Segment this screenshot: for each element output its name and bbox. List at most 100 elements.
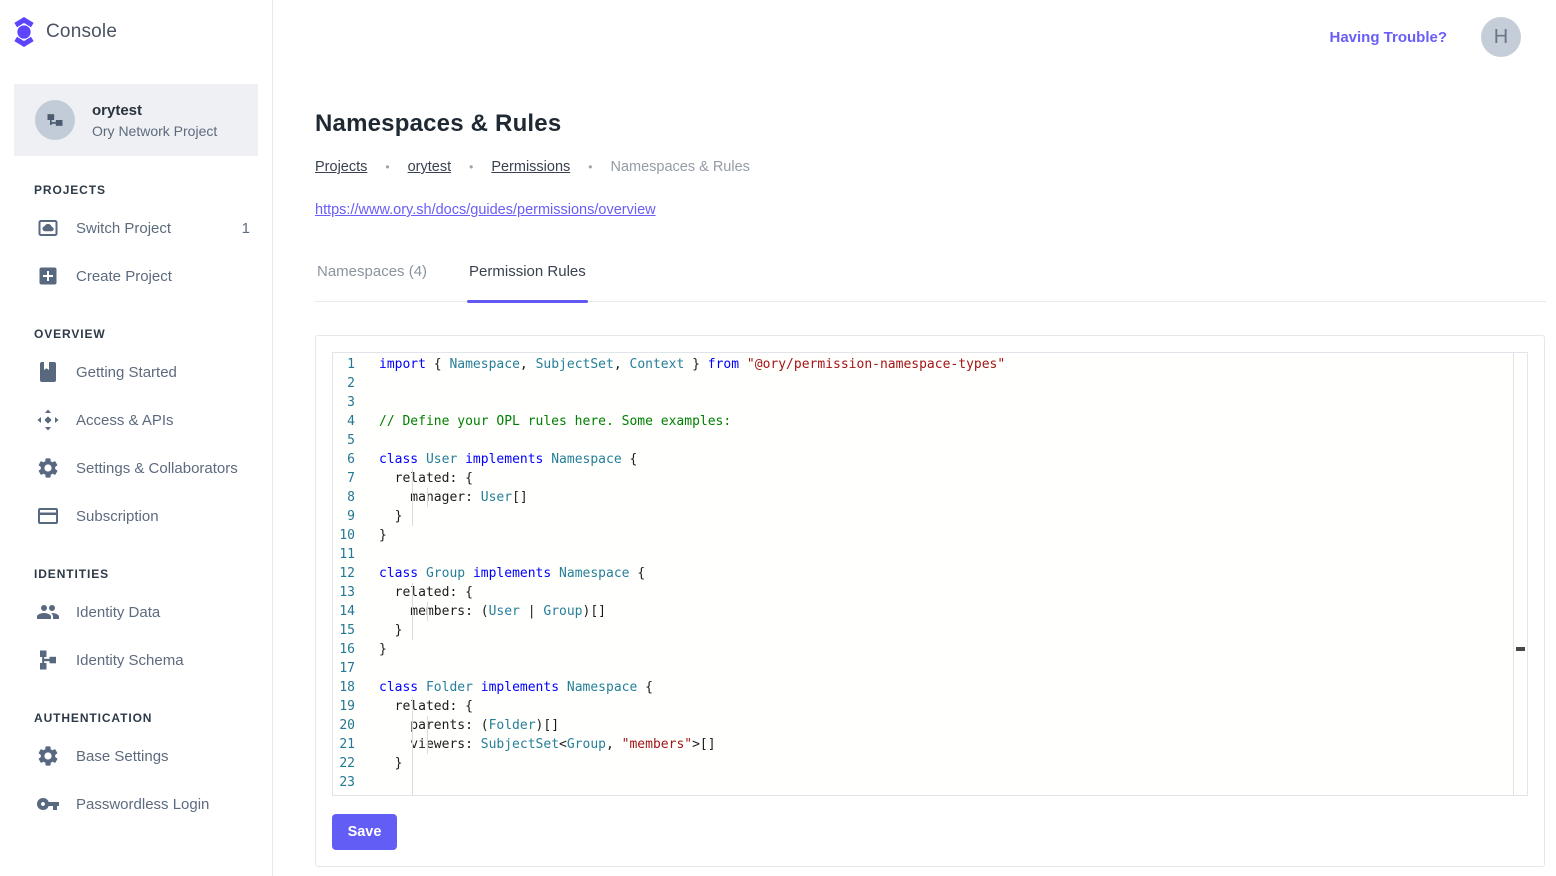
sidebar-item-settings-collaborators[interactable]: Settings & Collaborators (0, 444, 272, 492)
user-avatar[interactable]: H (1481, 17, 1521, 57)
editor-overview-ruler[interactable] (1513, 353, 1527, 795)
breadcrumb-projects[interactable]: Projects (315, 159, 367, 175)
opl-code-editor[interactable]: 1import { Namespace, SubjectSet, Context… (332, 352, 1528, 796)
identity-schema-icon (36, 648, 60, 672)
line-number: 4 (333, 412, 379, 431)
sidebar-item-label: Switch Project (76, 220, 171, 237)
docs-link[interactable]: https://www.ory.sh/docs/guides/permissio… (315, 202, 656, 218)
rules-card: 1import { Namespace, SubjectSet, Context… (315, 335, 1545, 867)
sidebar-item-getting-started[interactable]: Getting Started (0, 348, 272, 396)
indent-guide (412, 583, 413, 602)
sidebar-item-subscription[interactable]: Subscription (0, 492, 272, 540)
line-number: 6 (333, 450, 379, 469)
tabs-bar: Namespaces (4) Permission Rules (315, 263, 1546, 302)
nav-section-projects: PROJECTS (34, 183, 272, 197)
code-line: 3 (333, 393, 1527, 412)
sidebar-item-base-settings[interactable]: Base Settings (0, 732, 272, 780)
brand-logo[interactable]: Console (0, 0, 272, 62)
indent-guide (412, 488, 413, 507)
code-line: 6class User implements Namespace { (333, 450, 1527, 469)
indent-guide (427, 716, 428, 735)
line-number: 21 (333, 735, 379, 754)
code-line: 16} (333, 640, 1527, 659)
sidebar-item-label: Access & APIs (76, 412, 174, 429)
line-number: 2 (333, 374, 379, 393)
sidebar-item-label: Getting Started (76, 364, 177, 381)
breadcrumb-orytest[interactable]: orytest (408, 159, 452, 175)
main-area: Having Trouble? H Namespaces & Rules Pro… (273, 0, 1556, 876)
indent-guide (427, 488, 428, 507)
tab-namespaces-4[interactable]: Namespaces (4) (315, 263, 429, 301)
line-number: 12 (333, 564, 379, 583)
sidebar-nav: PROJECTS Switch Project1Create Project OVE… (0, 183, 272, 828)
line-number: 20 (333, 716, 379, 735)
line-number: 16 (333, 640, 379, 659)
save-button[interactable]: Save (332, 814, 397, 850)
sidebar-item-label: Identity Data (76, 604, 160, 621)
sidebar-item-identity-data[interactable]: Identity Data (0, 588, 272, 636)
line-number: 1 (333, 355, 379, 374)
sidebar-item-switch-project[interactable]: Switch Project1 (0, 204, 272, 252)
line-number: 24 (333, 792, 379, 796)
top-header: Having Trouble? H (273, 0, 1556, 74)
code-line: 5 (333, 431, 1527, 450)
code-line: 18class Folder implements Namespace { (333, 678, 1527, 697)
page-title: Namespaces & Rules (315, 110, 1546, 138)
line-number: 9 (333, 507, 379, 526)
code-line: 9 } (333, 507, 1527, 526)
line-number: 17 (333, 659, 379, 678)
nav-section-overview: OVERVIEW (34, 327, 272, 341)
indent-guide (412, 773, 413, 792)
code-line: 7 related: { (333, 469, 1527, 488)
app-root: Console orytest Ory Network Project PROJ… (0, 0, 1556, 876)
line-number: 8 (333, 488, 379, 507)
subscription-icon (36, 504, 60, 528)
sidebar-item-label: Identity Schema (76, 652, 184, 669)
breadcrumb: Projects•orytest•Permissions•Namespaces … (315, 159, 1546, 175)
breadcrumb-permissions[interactable]: Permissions (491, 159, 570, 175)
code-line: 15 } (333, 621, 1527, 640)
project-switcher-card[interactable]: orytest Ory Network Project (14, 84, 258, 156)
code-line: 20 parents: (Folder)[] (333, 716, 1527, 735)
indent-guide (427, 735, 428, 754)
create-project-icon (36, 264, 60, 288)
sidebar-item-identity-schema[interactable]: Identity Schema (0, 636, 272, 684)
sidebar-item-label: Passwordless Login (76, 796, 209, 813)
code-line: 24 permits = { (333, 792, 1527, 796)
code-line: 11 (333, 545, 1527, 564)
passwordless-login-icon (36, 792, 60, 816)
breadcrumb-namespaces-rules: Namespaces & Rules (610, 159, 749, 175)
identity-data-icon (36, 600, 60, 624)
code-line: 21 viewers: SubjectSet<Group, "members">… (333, 735, 1527, 754)
code-line: 2 (333, 374, 1527, 393)
line-number: 18 (333, 678, 379, 697)
tab-permission-rules[interactable]: Permission Rules (467, 263, 588, 301)
sidebar-item-create-project[interactable]: Create Project (0, 252, 272, 300)
code-line: 8 manager: User[] (333, 488, 1527, 507)
line-number: 7 (333, 469, 379, 488)
code-line: 23 (333, 773, 1527, 792)
code-line: 13 related: { (333, 583, 1527, 602)
getting-started-icon (36, 360, 60, 384)
code-line: 1import { Namespace, SubjectSet, Context… (333, 355, 1527, 374)
code-line: 12class Group implements Namespace { (333, 564, 1527, 583)
having-trouble-link[interactable]: Having Trouble? (1329, 29, 1447, 46)
indent-guide (412, 792, 413, 796)
sidebar-item-passwordless-login[interactable]: Passwordless Login (0, 780, 272, 828)
line-number: 14 (333, 602, 379, 621)
page-content: Namespaces & Rules Projects•orytest•Perm… (273, 74, 1556, 867)
code-line: 19 related: { (333, 697, 1527, 716)
code-line: 4// Define your OPL rules here. Some exa… (333, 412, 1527, 431)
indent-guide (412, 621, 413, 640)
indent-guide (412, 735, 413, 754)
cursor-position-marker (1516, 647, 1525, 651)
sidebar-item-access-apis[interactable]: Access & APIs (0, 396, 272, 444)
line-number: 11 (333, 545, 379, 564)
indent-guide (412, 716, 413, 735)
line-number: 23 (333, 773, 379, 792)
code-line: 14 members: (User | Group)[] (333, 602, 1527, 621)
indent-guide (412, 469, 413, 488)
code-line: 17 (333, 659, 1527, 678)
line-number: 3 (333, 393, 379, 412)
base-settings-icon (36, 744, 60, 768)
